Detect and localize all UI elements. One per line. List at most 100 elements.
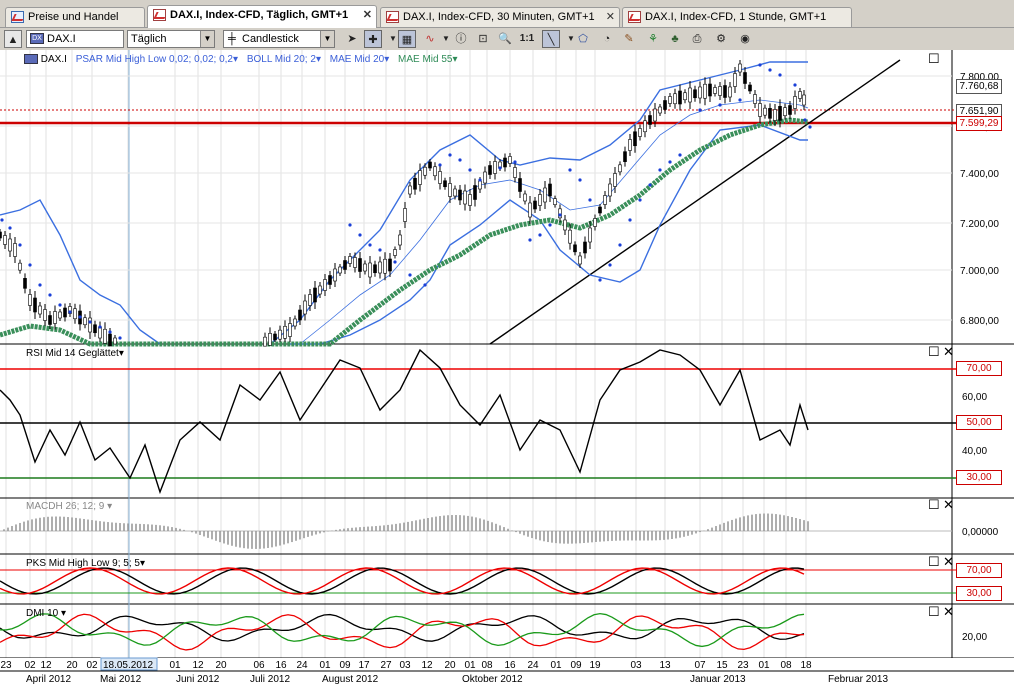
psar-dot <box>793 83 796 86</box>
print-icon[interactable]: ⎙ <box>688 30 706 48</box>
zoom-one-icon[interactable]: 1:1 <box>518 30 536 48</box>
zoom-fit-icon[interactable]: ⊡ <box>474 30 492 48</box>
candle-body <box>104 329 107 343</box>
close-icon[interactable]: ✕ <box>363 6 372 24</box>
price-tick-label: 7.000,00 <box>960 266 999 277</box>
camera-icon[interactable]: ◉ <box>736 30 754 48</box>
candle-body <box>494 162 497 174</box>
date-tick-label: 06 <box>253 660 265 671</box>
tab-dax-30min[interactable]: DAX.I, Index-CFD, 30 Minuten, GMT+1 ✕ <box>380 7 620 27</box>
maximize-icon[interactable]: ☐ <box>928 347 940 357</box>
grid-icon[interactable]: ▦ <box>398 30 416 48</box>
chart-canvas[interactable]: 7.800,007.600,007.400,007.200,007.000,00… <box>0 50 1014 692</box>
psar-dot <box>598 278 601 281</box>
maximize-icon[interactable]: ☐ <box>928 54 940 64</box>
close-icon[interactable]: ✕ <box>943 607 954 617</box>
date-tick-label: 12 <box>421 660 433 671</box>
candle-body <box>99 327 102 338</box>
pks-legend[interactable]: PKS Mid High Low 9; 5; 5▾ <box>26 558 145 569</box>
cursor-icon[interactable]: ➤ <box>343 30 361 48</box>
chevron-down-icon[interactable]: ▾ <box>233 54 238 65</box>
rsi-legend[interactable]: RSI Mid 14 Geglättet▾ <box>26 348 124 359</box>
close-icon[interactable]: ✕ <box>943 347 954 357</box>
legend-mae55[interactable]: MAE Mid 55 <box>398 54 452 65</box>
candle-body <box>364 264 367 271</box>
tab-label: DAX.I, Index-CFD, 1 Stunde, GMT+1 <box>645 11 826 23</box>
zoom-in-icon[interactable]: 🔍 <box>496 30 514 48</box>
date-tick-label: 01 <box>169 660 181 671</box>
candle-body <box>509 157 512 164</box>
macd-legend[interactable]: MACDH 26; 12; 9 ▾ <box>26 501 112 512</box>
trend-line <box>490 60 900 344</box>
candle-body <box>599 207 602 213</box>
candle-body <box>374 265 377 273</box>
close-icon[interactable]: ✕ <box>943 557 954 567</box>
symbol-selector[interactable]: DX DAX.I <box>26 30 124 48</box>
psar-dot <box>528 238 531 241</box>
period-select[interactable]: Täglich ▼ <box>127 30 215 48</box>
tab-dax-1h[interactable]: DAX.I, Index-CFD, 1 Stunde, GMT+1 <box>622 7 852 27</box>
candle-body <box>739 64 742 72</box>
candle-body <box>24 278 27 288</box>
price-legend: DAX.I PSAR Mid High Low 0,02; 0,02; 0,2▾… <box>24 54 458 65</box>
psar-dot <box>588 198 591 201</box>
candle-body <box>554 199 557 205</box>
dropdown-icon[interactable]: ▼ <box>200 31 214 47</box>
chart-type-value: Candlestick <box>242 33 299 45</box>
close-icon[interactable]: ✕ <box>606 8 615 26</box>
candle-body <box>4 236 7 245</box>
fibonacci-icon[interactable]: ⚘ <box>644 30 662 48</box>
psar-dot <box>658 168 661 171</box>
info-icon[interactable]: ⓘ <box>452 30 470 48</box>
pks-box-30: 30,00 <box>956 586 1002 601</box>
close-icon[interactable]: ✕ <box>943 500 954 510</box>
maximize-icon[interactable]: ☐ <box>928 500 940 510</box>
chevron-down-icon[interactable]: ▾ <box>453 54 458 65</box>
candle-body <box>449 184 452 197</box>
period-icon[interactable]: ◔ <box>598 30 616 48</box>
candle-body <box>289 324 292 337</box>
tab-dax-daily[interactable]: DAX.I, Index-CFD, Täglich, GMT+1 ✕ <box>147 5 377 28</box>
dropdown-icon[interactable]: ▼ <box>320 31 334 47</box>
legend-symbol[interactable]: DAX.I <box>41 54 67 65</box>
psar-dot <box>108 330 111 333</box>
candle-body <box>39 306 42 314</box>
templates-icon[interactable]: ♣ <box>666 30 684 48</box>
legend-boll[interactable]: BOLL Mid 20; 2 <box>247 54 316 65</box>
tab-preise-und-handel[interactable]: Preise und Handel <box>5 7 145 27</box>
date-tick-label: 09 <box>339 660 351 671</box>
candle-body <box>544 188 547 202</box>
nav-up-icon[interactable]: ▲ <box>4 30 22 48</box>
dmi-legend[interactable]: DMI 10 ▾ <box>26 608 66 619</box>
date-tick-label: 08 <box>780 660 792 671</box>
legend-mae20[interactable]: MAE Mid 20 <box>330 54 384 65</box>
rsi-tick-label: 40,00 <box>962 446 987 457</box>
legend-psar[interactable]: PSAR Mid High Low 0,02; 0,02; 0,2 <box>76 54 233 65</box>
chart-type-select[interactable]: ╪ Candlestick ▼ <box>223 30 335 48</box>
month-label: Juni 2012 <box>176 674 220 685</box>
draw-line-icon[interactable]: ╲ <box>542 30 560 48</box>
candle-body <box>474 186 477 200</box>
shapes-icon[interactable]: ⬠ <box>574 30 592 48</box>
chart-area[interactable]: 7.800,007.600,007.400,007.200,007.000,00… <box>0 50 1014 692</box>
psar-dot <box>558 213 561 216</box>
candle-body <box>9 239 12 251</box>
settings-icon[interactable]: ⚙ <box>712 30 730 48</box>
instrument-icon: DX <box>30 33 44 44</box>
tab-label: DAX.I, Index-CFD, Täglich, GMT+1 <box>170 9 348 21</box>
date-tick-label: 27 <box>380 660 392 671</box>
chevron-down-icon[interactable]: ▾ <box>316 54 321 65</box>
chevron-down-icon[interactable]: ▾ <box>384 54 389 65</box>
rsi-box-70: 70,00 <box>956 361 1002 376</box>
date-tick-label: 23 <box>0 660 12 671</box>
psar-dot <box>378 248 381 251</box>
maximize-icon[interactable]: ☐ <box>928 557 940 567</box>
month-label: Februar 2013 <box>828 674 888 685</box>
chart-icon <box>386 11 399 23</box>
candle-body <box>794 97 797 109</box>
maximize-icon[interactable]: ☐ <box>928 607 940 617</box>
candle-body <box>604 196 607 205</box>
mae55-line <box>0 120 808 344</box>
tools-icon[interactable]: ✎ <box>620 30 638 48</box>
crosshair-icon[interactable]: ✚ <box>364 30 382 48</box>
